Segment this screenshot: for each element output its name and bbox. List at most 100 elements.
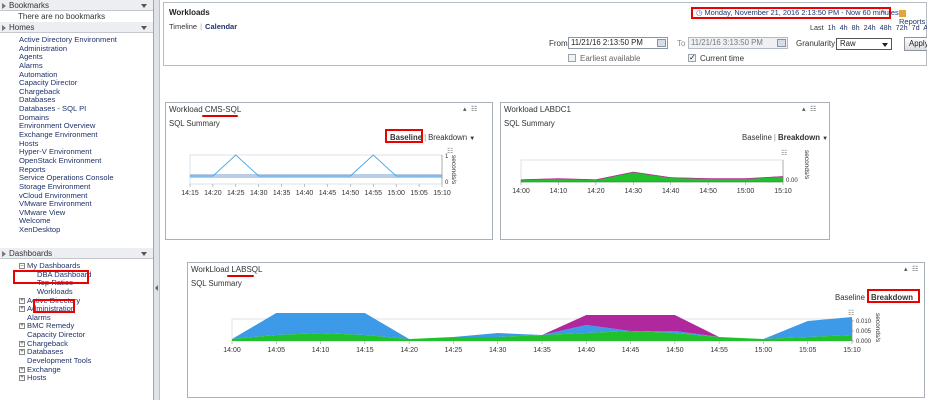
dashboards-header[interactable]: Dashboards [0, 248, 153, 259]
collapse-arrow-icon[interactable] [155, 285, 158, 291]
homes-header[interactable]: Homes [0, 22, 153, 33]
sidebar-item-dashboard[interactable]: Alarms [0, 313, 153, 323]
y-axis-label: seconds/s [450, 155, 457, 185]
expand-plus-icon[interactable]: + [19, 306, 25, 313]
quick-range-24h[interactable]: 24h [864, 23, 880, 32]
homes-list: Active Directory Environment Administrati… [0, 33, 153, 248]
baseline-toggle[interactable]: Baseline [835, 293, 865, 302]
breakdown-toggle[interactable]: Breakdown [428, 133, 467, 142]
calendar-icon[interactable] [777, 39, 786, 47]
y-tick-label: 0.010 [856, 319, 872, 325]
baseline-toggle[interactable]: Baseline [742, 133, 772, 142]
bookmarks-header[interactable]: Bookmarks [0, 0, 153, 11]
earliest-available-checkbox[interactable] [568, 54, 576, 62]
quick-range-8h[interactable]: 8h [852, 23, 864, 32]
x-tick-label: 14:30 [489, 347, 507, 354]
chevron-down-icon [882, 43, 888, 47]
to-date-field[interactable]: 11/21/16 3:13:50 PM [688, 37, 788, 49]
bookmarks-empty-text: There are no bookmarks [18, 12, 106, 21]
panel-menu-icon[interactable]: ☷ [810, 105, 816, 113]
collapse-icon[interactable]: ▴ [904, 265, 908, 273]
collapse-minus-icon[interactable]: – [19, 263, 25, 269]
quick-range-7d[interactable]: 7d [912, 23, 924, 32]
clock-icon: ◷ [696, 8, 703, 17]
navigation-sidebar: Bookmarks There are no bookmarks Homes A… [0, 0, 154, 400]
sidebar-splitter[interactable] [154, 0, 160, 400]
panel-menu-icon[interactable]: ☷ [912, 265, 918, 273]
sidebar-item-dashboard[interactable]: + Exchange [0, 365, 153, 375]
sidebar-item-dashboard[interactable]: + Chargeback [0, 339, 153, 349]
collapse-chevron-icon[interactable] [141, 4, 147, 8]
page-title: Workloads [169, 8, 210, 17]
panel-workload-labdc1: Workload LABDC1 ▴ ☷ SQL Summary Baseline… [500, 102, 830, 240]
annotation-underline [227, 275, 254, 277]
quick-range-links: Last 1h 4h 8h 24h 48h 72h 7d All M [810, 23, 927, 32]
sidebar-item-dashboard[interactable]: + Active Directory [0, 296, 153, 306]
quick-range-all[interactable]: All [923, 23, 927, 32]
x-tick-label: 14:00 [223, 347, 241, 354]
x-tick-label: 14:45 [622, 347, 640, 354]
apply-button[interactable]: Apply [904, 37, 927, 51]
chart-menu-icon[interactable]: ☷ [848, 310, 854, 317]
x-tick-label: 15:00 [387, 190, 405, 197]
y-tick-label: 0 [445, 180, 449, 186]
x-tick-label: 14:20 [587, 188, 605, 195]
current-time-label: Current time [700, 54, 745, 63]
collapse-icon[interactable]: ▴ [802, 105, 806, 113]
pin-icon[interactable]: ✎ [881, 10, 887, 16]
x-tick-label: 14:10 [550, 188, 568, 195]
data-point [418, 175, 420, 177]
earliest-available-label: Earliest available [580, 54, 641, 63]
granularity-select[interactable]: Raw [836, 38, 892, 50]
expand-plus-icon[interactable]: + [19, 323, 25, 330]
tab-timeline[interactable]: Timeline [169, 22, 197, 31]
from-date-field[interactable]: 11/21/16 2:13:50 PM [568, 37, 668, 49]
app-root: Bookmarks There are no bookmarks Homes A… [0, 0, 927, 400]
quick-range-72h[interactable]: 72h [896, 23, 912, 32]
collapse-icon[interactable]: ▴ [463, 105, 467, 113]
data-point [235, 154, 237, 156]
calendar-icon[interactable] [657, 39, 666, 47]
sidebar-item-dashboard[interactable]: + Hosts [0, 374, 153, 383]
sidebar-item-home[interactable]: XenDesktop [19, 225, 153, 235]
cms-sql-chart: 10 seconds/s14:15 14:20 14:25 14:30 14:35 14:4… [181, 148, 457, 197]
panel-workload-labsql: WorkLload LABSQL ▴ ☷ SQL Summary Baselin… [187, 262, 925, 398]
current-time-checkbox[interactable] [688, 53, 696, 62]
chevron-down-icon[interactable]: ▼ [469, 136, 475, 142]
panel-menu-icon[interactable]: ☷ [471, 105, 477, 113]
quick-range-4h[interactable]: 4h [840, 23, 852, 32]
chart-menu-icon[interactable]: ☷ [781, 150, 787, 157]
x-tick-label: 14:10 [312, 347, 330, 354]
sidebar-item-dashboard[interactable]: Development Tools [0, 356, 153, 366]
expand-plus-icon[interactable]: + [19, 366, 25, 373]
sidebar-item-dashboard[interactable]: + Administration [0, 304, 153, 314]
quick-range-1h[interactable]: 1h [828, 23, 840, 32]
chart-menu-icon[interactable]: ☷ [447, 148, 453, 155]
labsql-chart: 0.010 0.005 0.000 seconds/s 14:00 14:05 14:10 1… [223, 310, 881, 354]
data-point [304, 175, 305, 177]
expand-plus-icon[interactable]: + [19, 375, 25, 382]
chevron-down-icon[interactable]: ▼ [822, 136, 828, 142]
data-point [189, 175, 191, 177]
x-tick-label: 14:00 [512, 188, 530, 195]
expand-plus-icon[interactable]: + [19, 349, 25, 356]
sidebar-item-dashboard[interactable]: Capacity Director [0, 330, 153, 340]
breakdown-toggle[interactable]: Breakdown [778, 133, 820, 142]
tab-calendar[interactable]: Calendar [205, 22, 237, 31]
expand-plus-icon[interactable]: + [19, 297, 25, 304]
collapse-chevron-icon[interactable] [141, 26, 147, 30]
x-tick-label: 14:35 [533, 347, 551, 354]
from-label: From [549, 39, 568, 48]
view-toggle: Baseline | Breakdown ▼ [742, 133, 829, 142]
sidebar-item-home[interactable]: Exchange Environment [19, 130, 153, 140]
quick-range-48h[interactable]: 48h [880, 23, 896, 32]
time-range-selector[interactable]: ◷ Monday, November 21, 2016 2:13:50 PM -… [691, 7, 899, 19]
expand-plus-icon[interactable]: + [19, 340, 25, 347]
x-tick-label: 14:25 [227, 190, 245, 197]
x-tick-label: 15:05 [799, 347, 817, 354]
expand-arrow-icon [2, 25, 6, 31]
collapse-chevron-icon[interactable] [141, 252, 147, 256]
y-axis-label: seconds/s [874, 313, 881, 343]
data-point [372, 154, 374, 156]
x-tick-label: 15:10 [433, 190, 451, 197]
